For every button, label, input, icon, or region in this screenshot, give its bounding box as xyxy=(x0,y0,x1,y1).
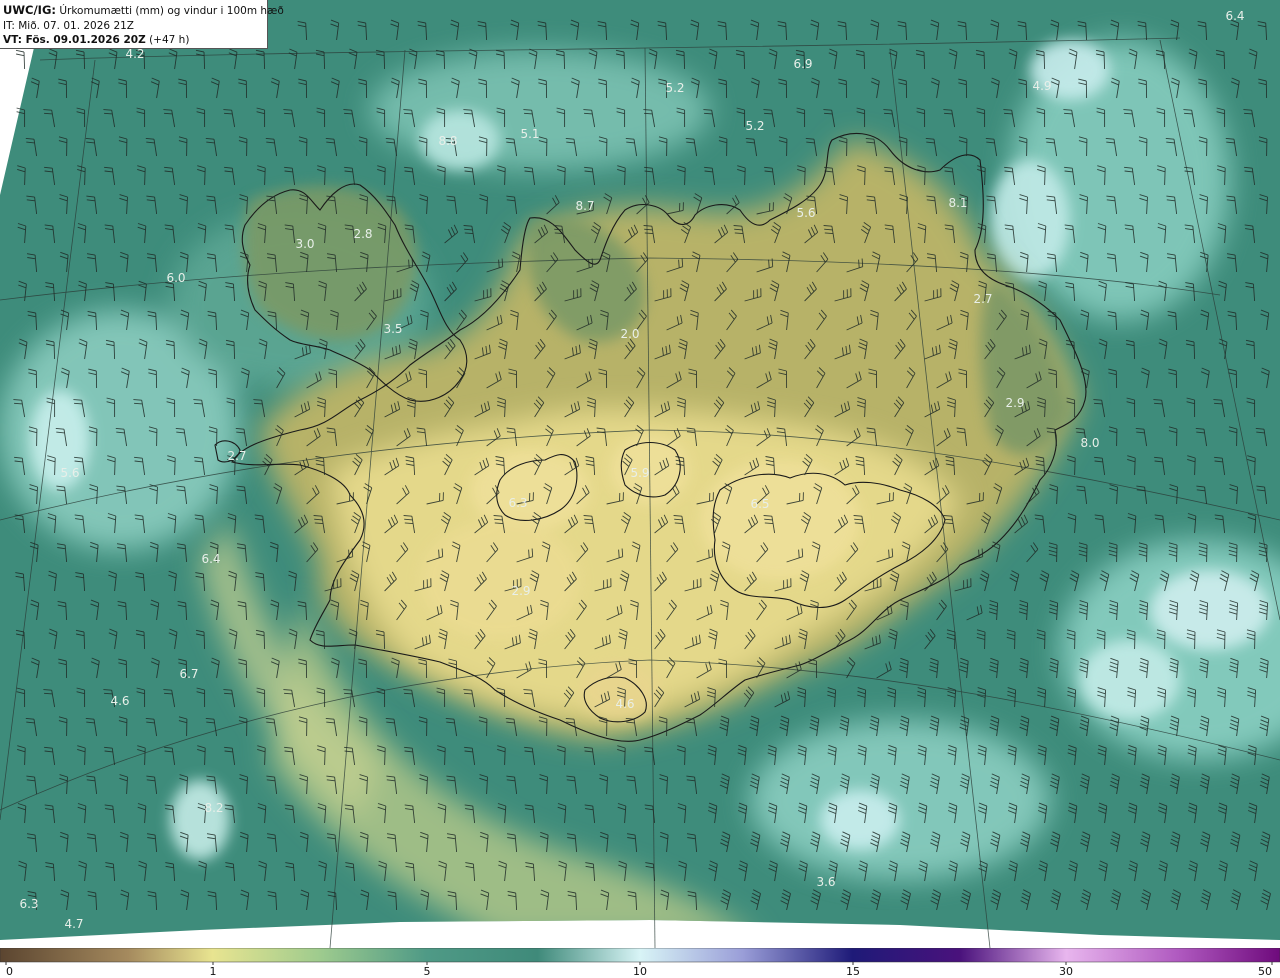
precip-label: 6.4 xyxy=(1225,9,1244,23)
precip-label: 6.3 xyxy=(19,897,38,911)
precip-label: 2.0 xyxy=(620,327,639,341)
lead-time: (+47 h) xyxy=(149,34,190,46)
precip-label: 2.7 xyxy=(973,292,992,306)
colorbar-gradient xyxy=(0,948,1280,963)
precip-label: 2.9 xyxy=(1005,396,1024,410)
precip-label: 6.4 xyxy=(201,552,220,566)
precip-label: 4.6 xyxy=(110,694,129,708)
precip-label: 2.7 xyxy=(227,449,246,463)
product-code: UWC/IG: xyxy=(3,3,56,17)
precip-label: 8.7 xyxy=(575,199,594,213)
colorbar-tick-label: 30 xyxy=(1059,965,1073,978)
precip-label: 5.2 xyxy=(745,119,764,133)
precip-colorbar: 0 1 5 10 15 30 50 xyxy=(0,948,1280,978)
precip-label: 8.8 xyxy=(438,134,457,148)
precip-label: 6.7 xyxy=(179,667,198,681)
colorbar-tick-label: 50 xyxy=(1258,965,1272,978)
precip-label: 6.5 xyxy=(750,497,769,511)
map-title: Úrkomumætti (mm) og vindur i 100m hæð xyxy=(59,5,284,17)
precip-label: 8.0 xyxy=(1080,436,1099,450)
precip-label: 3.5 xyxy=(383,322,402,336)
colorbar-tick-label: 15 xyxy=(846,965,860,978)
precip-label: 5.2 xyxy=(665,81,684,95)
precip-label: 5.6 xyxy=(796,206,815,220)
precip-label: 5.9 xyxy=(630,466,649,480)
precip-label: 6.9 xyxy=(793,57,812,71)
precip-label: 6.0 xyxy=(166,271,185,285)
precip-label: 2.9 xyxy=(511,584,530,598)
colorbar-tick-label: 10 xyxy=(633,965,647,978)
valid-time: VT: Fös. 09.01.2026 20Z xyxy=(3,34,146,46)
precip-label: 3.6 xyxy=(816,875,835,889)
colorbar-tick-label: 0 xyxy=(6,965,13,978)
precip-label: 8.2 xyxy=(204,801,223,815)
valid-time-line: VT: Fös. 09.01.2026 20Z (+47 h) xyxy=(3,33,264,48)
precip-label: 5.1 xyxy=(520,127,539,141)
precip-label: 4.9 xyxy=(1032,79,1051,93)
precip-label: 5.6 xyxy=(60,466,79,480)
map-header: UWC/IG: Úrkomumætti (mm) og vindur i 100… xyxy=(0,0,284,49)
precip-label: 4.2 xyxy=(125,47,144,61)
precip-label: 6.3 xyxy=(508,496,527,510)
precip-label: 2.8 xyxy=(353,227,372,241)
precip-label: 3.0 xyxy=(295,237,314,251)
issue-time: IT: Mið. 07. 01. 2026 21Z xyxy=(3,19,134,32)
colorbar-tick-label: 1 xyxy=(210,965,217,978)
precip-label: 4.6 xyxy=(615,697,634,711)
map-title-line: UWC/IG: Úrkomumætti (mm) og vindur i 100… xyxy=(3,3,284,19)
colorbar-tick-label: 5 xyxy=(424,965,431,978)
precipitation-map: 6.4 4.2 6.9 5.2 4.9 5.1 5.2 8.8 8.7 5.6 8.1 3.0 2.8 6… xyxy=(0,0,1280,948)
precip-label: 8.1 xyxy=(948,196,967,210)
precip-label: 4.7 xyxy=(64,917,83,931)
